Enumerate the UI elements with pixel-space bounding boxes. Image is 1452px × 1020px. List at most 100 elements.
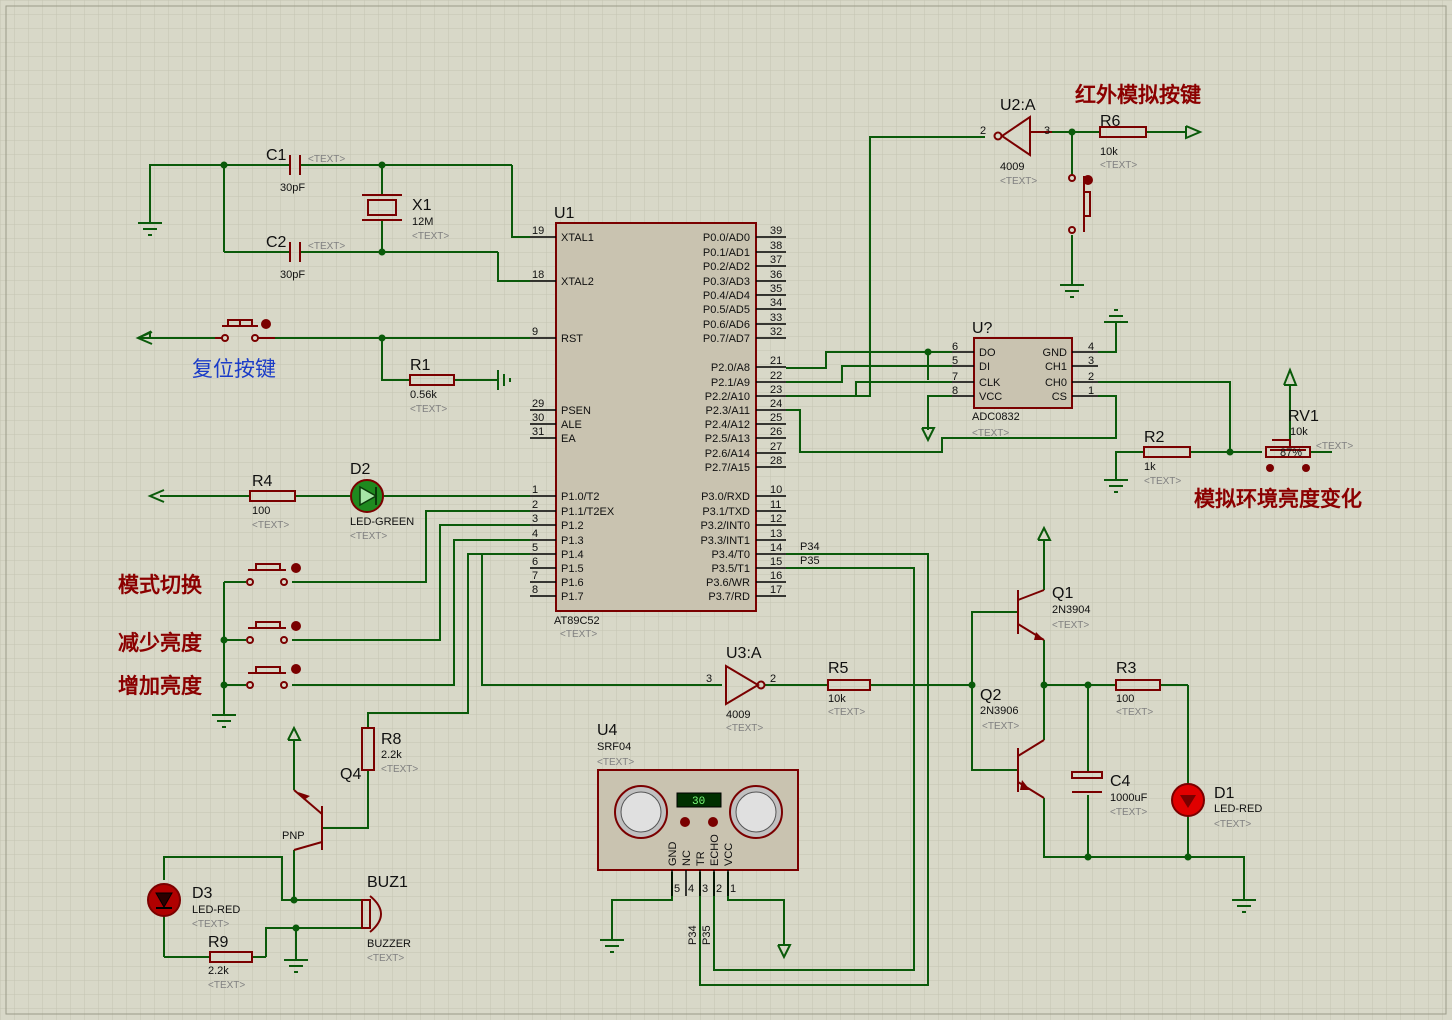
buz1-text-placeholder: <TEXT> [367,953,404,964]
u2-value: 4009 [1000,161,1024,173]
u1-pin-name: P0.7/AD7 [703,333,750,345]
u1-pin-number: 10 [770,484,782,496]
u1-pin-name: P3.0/RXD [701,491,750,503]
r8-value: 2.2k [381,749,402,761]
annotation-decrease-brightness: 减少亮度 [118,631,202,655]
adc-pin-name: CS [1052,391,1067,403]
u1-pin-name: P1.6 [561,577,584,589]
u1-pin-number: 26 [770,426,782,438]
c2-value: 30pF [280,269,305,281]
srf04-decrease-icon[interactable] [680,817,690,827]
u3-pin-in: 3 [706,673,712,685]
u1-pin-number: 18 [532,269,544,281]
u1-pin-name: P1.5 [561,563,584,575]
x1-ref: X1 [412,197,432,214]
u1-pin-name: P2.4/A12 [705,419,750,431]
u1-pin-name: P1.0/T2 [561,491,600,503]
u4-pin-number: 3 [702,883,708,895]
u1-pin-number: 17 [770,584,782,596]
u1-pin-number: 14 [770,542,782,554]
q4-ref: Q4 [340,766,361,783]
u1-pin-number: 4 [532,528,538,540]
schematic-canvas[interactable]: U1 AT89C52 <TEXT> 19XTAL118XTAL29RST29PS… [0,0,1452,1020]
rv1-increase-icon[interactable] [1302,464,1310,472]
u1-pin-number: 38 [770,240,782,252]
u1-pin-number: 34 [770,297,782,309]
c4-value: 1000uF [1110,792,1148,804]
u1-pin-number: 33 [770,312,782,324]
adc-text-placeholder: <TEXT> [972,428,1009,439]
r9-ref: R9 [208,934,229,951]
r9-value: 2.2k [208,965,229,977]
u3-pin-out: 2 [770,673,776,685]
adc-pin-name: DI [979,361,990,373]
u1-pin-number: 9 [532,326,538,338]
u1-pin-name: P2.6/A14 [705,448,750,460]
d3-text-placeholder: <TEXT> [192,919,229,930]
u1-pin-number: 16 [770,570,782,582]
srf04-net-p34: P34 [687,925,699,945]
u1-value: AT89C52 [554,615,600,627]
c1-ref: C1 [266,147,287,164]
q4-value: PNP [282,830,305,842]
r4-value: 100 [252,505,270,517]
u1-pin-number: 23 [770,384,782,396]
rv1-text-placeholder: <TEXT> [1316,441,1353,452]
u1-pin-name: P3.5/T1 [711,563,750,575]
c2-ref: C2 [266,234,287,251]
u4-pin-name: VCC [723,843,735,866]
u4-pin-name: GND [667,842,679,867]
u4-ref: U4 [597,722,618,739]
r8-ref: R8 [381,731,402,748]
adc-pin-number: 6 [952,341,958,353]
r3-text-placeholder: <TEXT> [1116,707,1153,718]
adc-pin-number: 4 [1088,341,1094,353]
u4-pin-number: 5 [674,883,680,895]
u1-pin-number: 27 [770,441,782,453]
adc-pin-name: GND [1043,347,1068,359]
srf04-increase-icon[interactable] [708,817,718,827]
u1-pin-name: P2.2/A10 [705,391,750,403]
u1-pin-number: 29 [532,398,544,410]
u1-pin-name: P0.1/AD1 [703,247,750,259]
q1-value: 2N3904 [1052,604,1091,616]
u1-pin-name: P1.1/T2EX [561,506,615,518]
r8-text-placeholder: <TEXT> [381,764,418,775]
adc-pin-name: CH1 [1045,361,1067,373]
r1-ref: R1 [410,357,431,374]
u2-pin-in: 2 [980,125,986,137]
u1-pin-name: P3.2/INT0 [700,520,750,532]
r6-ref: R6 [1100,113,1121,130]
u1-pin-number: 35 [770,283,782,295]
u4-pin-number: 4 [688,883,694,895]
u4-text-placeholder: <TEXT> [597,757,634,768]
u1-pin-number: 21 [770,355,782,367]
u1-pin-name: P3.1/TXD [702,506,750,518]
u1-pin-number: 5 [532,542,538,554]
u1-pin-name: P0.5/AD5 [703,304,750,316]
u1-pin-name: P2.3/A11 [706,405,750,417]
d3-ref: D3 [192,885,213,902]
u4-pin-name: ECHO [709,834,721,866]
u1-pin-name: P3.4/T0 [711,549,750,561]
u1-pin-number: 15 [770,556,782,568]
d3-value: LED-RED [192,904,240,916]
u4-pin-name: NC [681,850,693,866]
u1-microcontroller[interactable]: U1 AT89C52 <TEXT> 19XTAL118XTAL29RST29PS… [530,205,820,640]
r2-ref: R2 [1144,429,1165,446]
adc-pin-number: 2 [1088,371,1094,383]
d1-ref: D1 [1214,785,1235,802]
u1-pin-number: 1 [532,484,538,496]
u2-text-placeholder: <TEXT> [1000,176,1037,187]
u1-pin-name: P0.2/AD2 [703,261,750,273]
annotation-ir-key: 红外模拟按键 [1075,83,1201,107]
u1-pin-name: XTAL1 [561,232,594,244]
u1-pin-name: EA [561,433,576,445]
adc-ref: U? [972,320,993,337]
c4-ref: C4 [1110,773,1131,790]
rv1-decrease-icon[interactable] [1266,464,1274,472]
annotation-increase-brightness: 增加亮度 [118,674,202,698]
d1-text-placeholder: <TEXT> [1214,819,1251,830]
d2-ref: D2 [350,461,371,478]
adc-pin-name: CLK [979,377,1001,389]
